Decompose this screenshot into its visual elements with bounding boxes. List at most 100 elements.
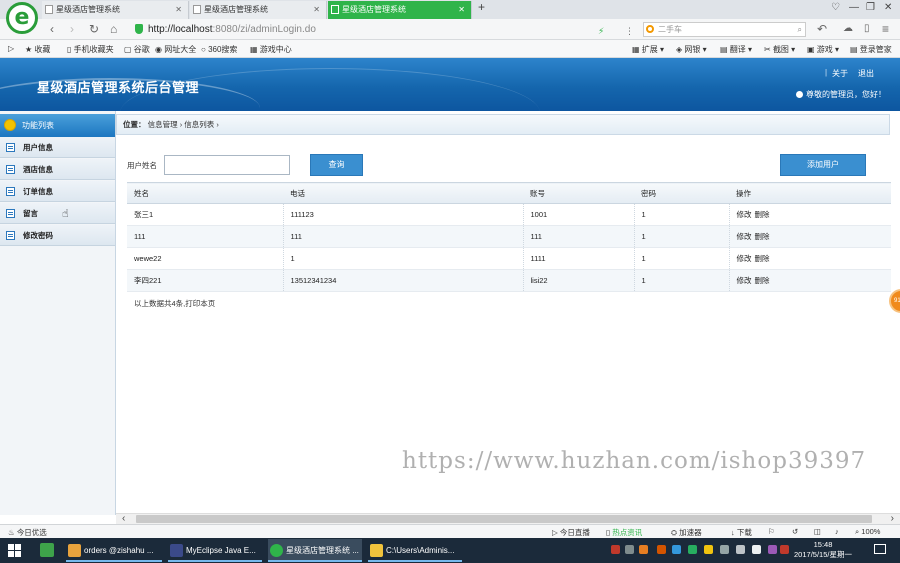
- about-link[interactable]: 关于: [832, 68, 848, 79]
- forward-icon[interactable]: ›: [70, 21, 74, 37]
- tray-app-icon[interactable]: [688, 545, 697, 554]
- network-icon[interactable]: [720, 545, 729, 554]
- tray-app-icon[interactable]: [639, 545, 648, 554]
- edit-link[interactable]: 修改: [737, 254, 752, 263]
- logout-link[interactable]: 退出: [858, 68, 874, 79]
- username-search-input[interactable]: [164, 155, 290, 175]
- close-tab-icon[interactable]: ✕: [313, 1, 320, 18]
- menu-icon[interactable]: ≡: [882, 21, 889, 37]
- volume-icon[interactable]: [736, 545, 745, 554]
- bookmark-google[interactable]: ▢ 谷歌: [124, 44, 150, 55]
- skin-icon[interactable]: ♡: [831, 2, 840, 13]
- status-live[interactable]: ▷ 今日直播: [552, 527, 590, 538]
- notification-icon[interactable]: [874, 544, 886, 554]
- tray-app-icon[interactable]: [625, 545, 634, 554]
- tray-app-icon[interactable]: [657, 545, 666, 554]
- breadcrumb-level1[interactable]: 信息管理: [148, 120, 178, 129]
- bookmark-favorites[interactable]: ★ 收藏: [25, 44, 50, 55]
- reader-icon[interactable]: ▯: [864, 21, 870, 37]
- home-icon[interactable]: ⌂: [110, 21, 117, 37]
- new-tab-button[interactable]: +: [478, 0, 485, 14]
- edit-link[interactable]: 修改: [737, 232, 752, 241]
- sidebar-item-change-password[interactable]: 修改密码: [0, 225, 115, 246]
- system-clock[interactable]: 15:48 2017/5/15/星期一: [790, 540, 856, 560]
- add-user-button[interactable]: 添加用户: [780, 154, 866, 176]
- compat-mode-icon[interactable]: ⚡: [598, 23, 604, 39]
- browser-tab-3-active[interactable]: 星级酒店管理系统 ✕: [328, 1, 472, 19]
- taskbar-item-browser[interactable]: 星级酒店管理系统 ...: [268, 539, 362, 562]
- tray-app-icon[interactable]: [752, 545, 761, 554]
- delete-link[interactable]: 删除: [755, 276, 770, 285]
- today-picks[interactable]: ♨ 今日优选: [8, 527, 47, 538]
- bookmark-mobile[interactable]: ▯ 手机收藏夹: [67, 44, 114, 55]
- minimize-icon[interactable]: —: [849, 2, 859, 13]
- cell-phone: 111123: [283, 203, 524, 226]
- antivirus-icon[interactable]: [780, 545, 789, 554]
- cell-name: wewe22: [127, 247, 284, 270]
- search-box[interactable]: 二手车 ⌕: [643, 22, 806, 37]
- ext-bank[interactable]: ◈ 网银 ▾: [676, 44, 707, 55]
- status-window-icon[interactable]: ◫: [814, 527, 821, 536]
- taskbar-item-explorer[interactable]: C:\Users\Adminis...: [368, 539, 462, 562]
- zoom-level[interactable]: ⌕ 100%: [855, 527, 880, 537]
- status-accelerator[interactable]: ⛭ 加速器: [671, 527, 702, 538]
- page-icon: [331, 5, 339, 14]
- edit-link[interactable]: 修改: [737, 210, 752, 219]
- close-window-icon[interactable]: ✕: [884, 2, 892, 13]
- restore-icon[interactable]: ❐: [866, 2, 875, 13]
- status-flag-icon[interactable]: ⚐: [768, 527, 775, 536]
- bluetooth-icon[interactable]: [672, 545, 681, 554]
- app-pinned-icon[interactable]: [40, 543, 54, 557]
- sidebar-toggle-icon[interactable]: ▷: [8, 44, 14, 53]
- sidebar-item-users[interactable]: 用户信息: [0, 137, 115, 158]
- cloud-icon[interactable]: ☁: [843, 21, 853, 37]
- ext-translate[interactable]: ▤ 翻译 ▾: [720, 44, 752, 55]
- menu-toggle-icon[interactable]: [4, 119, 16, 131]
- breadcrumb-level2[interactable]: 信息列表: [184, 120, 214, 129]
- back-icon[interactable]: ‹: [50, 21, 54, 37]
- floating-widget-icon[interactable]: 91: [889, 289, 900, 313]
- tray-app-icon[interactable]: [611, 545, 620, 554]
- taskbar-item-orders[interactable]: orders @zishahu ...: [66, 539, 162, 562]
- browser-tab-2[interactable]: 星级酒店管理系统 ✕: [190, 1, 327, 19]
- ext-login[interactable]: ▤ 登录管家: [850, 44, 892, 55]
- status-sound-icon[interactable]: ♪: [835, 527, 839, 536]
- watermark: https://www.huzhan.com/ishop39397: [402, 448, 867, 474]
- status-news[interactable]: ▯ 热点资讯: [606, 527, 642, 538]
- ime-icon[interactable]: [768, 545, 777, 554]
- delete-link[interactable]: 删除: [755, 232, 770, 241]
- edit-link[interactable]: 修改: [737, 276, 752, 285]
- ext-games[interactable]: ▣ 游戏 ▾: [807, 44, 839, 55]
- status-download[interactable]: ↓ 下载: [731, 527, 752, 538]
- undo-icon[interactable]: ↶: [817, 21, 827, 37]
- scroll-right-icon[interactable]: ›: [891, 513, 894, 524]
- search-icon[interactable]: ⌕: [798, 23, 802, 36]
- browser-tab-bar: e 星级酒店管理系统 ✕ 星级酒店管理系统 ✕ 星级酒店管理系统 ✕ + ♡ —…: [0, 0, 900, 34]
- status-restore-icon[interactable]: ↺: [792, 527, 798, 536]
- bookmark-360search[interactable]: ○ 360搜索: [201, 44, 237, 55]
- sidebar-item-orders[interactable]: 订单信息: [0, 181, 115, 202]
- ext-screenshot[interactable]: ✂ 截图 ▾: [764, 44, 795, 55]
- scrollbar-thumb[interactable]: [136, 515, 872, 523]
- refresh-icon[interactable]: ↻: [89, 21, 99, 37]
- eclipse-icon: [170, 544, 183, 557]
- sidebar-item-messages[interactable]: 留言 ☝: [0, 203, 115, 224]
- delete-link[interactable]: 删除: [755, 254, 770, 263]
- windows-start-icon[interactable]: [8, 544, 21, 557]
- address-bar[interactable]: http://localhost:8080/zi/adminLogin.do: [132, 22, 637, 37]
- dropdown-icon[interactable]: ⋮: [625, 23, 634, 39]
- delete-link[interactable]: 删除: [755, 210, 770, 219]
- bookmark-hao[interactable]: ◉ 网址大全: [155, 44, 196, 55]
- ext-extensions[interactable]: ▦ 扩展 ▾: [632, 44, 664, 55]
- taskbar-item-myeclipse[interactable]: MyEclipse Java E...: [168, 539, 262, 562]
- scroll-left-icon[interactable]: ‹: [122, 513, 125, 524]
- query-button[interactable]: 查询: [310, 154, 363, 176]
- bookmark-games[interactable]: ▦ 游戏中心: [250, 44, 292, 55]
- user-icon: [796, 91, 803, 98]
- tray-app-icon[interactable]: [704, 545, 713, 554]
- horizontal-scrollbar[interactable]: ‹ ›: [116, 513, 900, 524]
- close-tab-icon[interactable]: ✕: [458, 1, 465, 18]
- close-tab-icon[interactable]: ✕: [175, 1, 182, 18]
- sidebar-item-hotels[interactable]: 酒店信息: [0, 159, 115, 180]
- browser-tab-1[interactable]: 星级酒店管理系统 ✕: [42, 1, 189, 19]
